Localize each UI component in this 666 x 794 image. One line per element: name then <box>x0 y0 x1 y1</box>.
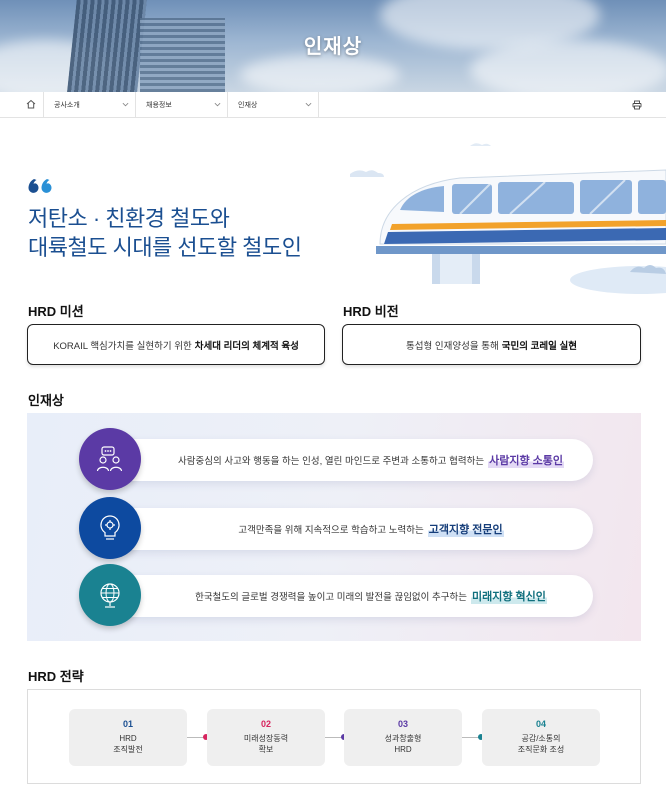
quote-icon <box>28 179 52 193</box>
breadcrumb-item-company[interactable]: 공사소개 <box>43 92 135 118</box>
chevron-down-icon <box>305 102 312 107</box>
strategy-card-03: 03 성과창출형 HRD <box>344 709 462 766</box>
lightbulb-gear-icon <box>100 515 120 540</box>
intro-headline: 저탄소 · 친환경 철도와 대륙철도 시대를 선도할 철도인 <box>28 206 302 260</box>
people-chat-icon <box>96 446 123 472</box>
talent-item-innovator: 한국철도의 글로벌 경쟁력을 높이고 미래의 발전을 끊임없이 추구하는 미래지… <box>79 564 593 626</box>
hero-banner: 인재상 <box>0 0 666 92</box>
globe-icon <box>100 583 120 608</box>
breadcrumb-item-talent[interactable]: 인재상 <box>227 92 319 118</box>
talent-item-expert: 고객만족을 위해 지속적으로 학습하고 노력하는 고객지향 전문인 <box>79 497 593 559</box>
print-icon[interactable] <box>632 100 642 110</box>
chevron-down-icon <box>214 102 221 107</box>
vision-title: HRD 비전 <box>343 304 399 319</box>
home-icon[interactable] <box>26 99 36 109</box>
strategy-box: 01 HRD 조직발전 02 미래성장동력 확보 03 성과창출형 HRD 04… <box>27 689 641 784</box>
strategy-card-01: 01 HRD 조직발전 <box>69 709 187 766</box>
talent-item-communicator: 사람중심의 사고와 행동을 하는 인성, 열린 마인드로 주변과 소통하고 협력… <box>79 428 593 490</box>
breadcrumb-item-recruit[interactable]: 채용정보 <box>135 92 227 118</box>
train-illustration <box>350 143 666 294</box>
mission-box: KORAIL 핵심가치를 실현하기 위한 차세대 리더의 체계적 육성 <box>27 324 325 365</box>
strategy-title: HRD 전략 <box>28 669 84 684</box>
chevron-down-icon <box>122 102 129 107</box>
vision-box: 통섭형 인재양성을 통해 국민의 코레일 실현 <box>342 324 641 365</box>
talent-title: 인재상 <box>28 393 64 408</box>
strategy-card-04: 04 공감/소통의 조직문화 조성 <box>482 709 600 766</box>
page-title: 인재상 <box>303 36 363 58</box>
breadcrumb: 공사소개 채용정보 인재상 <box>0 92 666 118</box>
mission-title: HRD 미션 <box>28 304 84 319</box>
strategy-card-02: 02 미래성장동력 확보 <box>207 709 325 766</box>
talent-panel: 사람중심의 사고와 행동을 하는 인성, 열린 마인드로 주변과 소통하고 협력… <box>27 413 641 641</box>
